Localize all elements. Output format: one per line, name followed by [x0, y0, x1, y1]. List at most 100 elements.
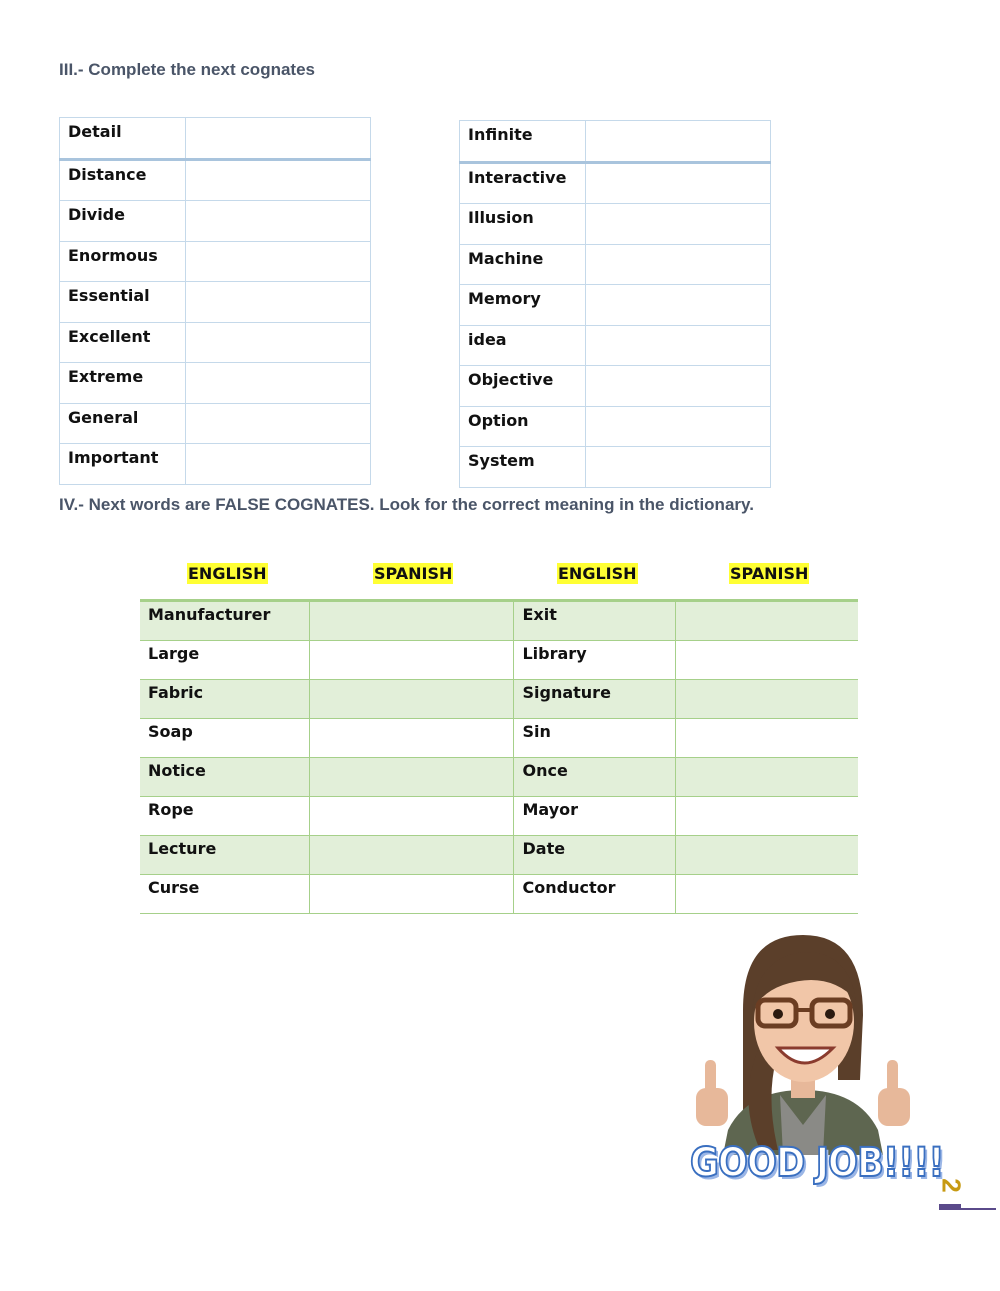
answer-cell[interactable]: [185, 443, 371, 485]
good-job-text: GOOD JOB!!!!: [689, 1139, 945, 1187]
answer-cell[interactable]: [185, 321, 371, 363]
section-3-heading: III.- Complete the next cognates: [59, 60, 315, 79]
english-word: Library: [513, 640, 676, 680]
cognates-table-left: Detail Distance Divide Enormous Essentia…: [59, 117, 371, 485]
spanish-answer-cell[interactable]: [675, 796, 858, 836]
cognate-word: Excellent: [59, 321, 186, 363]
table-row: Illusion: [459, 203, 771, 245]
cognate-word: System: [459, 446, 586, 488]
spanish-answer-cell[interactable]: [675, 835, 858, 875]
table-row: System: [459, 446, 771, 488]
answer-cell[interactable]: [185, 240, 371, 282]
table-row: Enormous: [59, 240, 371, 282]
section-4-heading: IV.- Next words are FALSE COGNATES. Look…: [59, 495, 754, 514]
false-cognates-table: Manufacturer Exit Large Library Fabric Sign…: [140, 599, 858, 914]
cognate-word: Objective: [459, 365, 586, 407]
spanish-answer-cell[interactable]: [675, 600, 858, 641]
cognate-word: Option: [459, 405, 586, 447]
spanish-answer-cell[interactable]: [308, 796, 514, 836]
table-row: Excellent: [59, 321, 371, 363]
spanish-answer-cell[interactable]: [675, 757, 858, 797]
answer-cell[interactable]: [185, 402, 371, 444]
table-row: Curse Conductor: [140, 874, 858, 914]
answer-cell[interactable]: [585, 446, 771, 488]
answer-cell[interactable]: [585, 243, 771, 285]
english-word: Large: [140, 640, 310, 680]
table-row: General: [59, 402, 371, 444]
cognate-word: Important: [59, 443, 186, 485]
english-word: Fabric: [140, 679, 310, 719]
page-number-rule: [939, 1208, 996, 1210]
cognate-word: Divide: [59, 200, 186, 242]
table-row: Important: [59, 443, 371, 485]
table-row: Extreme: [59, 362, 371, 404]
answer-cell[interactable]: [185, 158, 371, 201]
english-word: Once: [513, 757, 676, 797]
answer-cell[interactable]: [585, 161, 771, 204]
answer-cell[interactable]: [585, 324, 771, 366]
spanish-answer-cell[interactable]: [308, 640, 514, 680]
spanish-answer-cell[interactable]: [308, 874, 514, 914]
table-row: Notice Once: [140, 757, 858, 797]
cognate-word: Detail: [59, 117, 186, 161]
cognate-word: Infinite: [459, 120, 586, 164]
spanish-answer-cell[interactable]: [308, 679, 514, 719]
page-number: 2: [936, 1178, 967, 1193]
table-row: Distance: [59, 158, 371, 201]
left-thumb: [696, 1060, 728, 1126]
cognate-word: General: [59, 402, 186, 444]
cognate-word: Essential: [59, 281, 186, 323]
header-spanish-2: SPANISH: [729, 563, 810, 584]
table-row: Soap Sin: [140, 718, 858, 758]
spanish-answer-cell[interactable]: [308, 718, 514, 758]
table-row: Infinite: [459, 120, 771, 164]
english-word: Lecture: [140, 835, 310, 875]
answer-cell[interactable]: [585, 203, 771, 245]
cognate-word: Extreme: [59, 362, 186, 404]
spanish-answer-cell[interactable]: [675, 718, 858, 758]
table-row: Machine: [459, 243, 771, 285]
answer-cell[interactable]: [585, 405, 771, 447]
table-row: Memory: [459, 284, 771, 326]
spanish-answer-cell[interactable]: [675, 679, 858, 719]
header-spanish-1: SPANISH: [373, 563, 454, 584]
english-word: Rope: [140, 796, 310, 836]
spanish-answer-cell[interactable]: [308, 757, 514, 797]
table-row: Interactive: [459, 161, 771, 204]
english-word: Exit: [513, 600, 676, 641]
header-english-1: ENGLISH: [187, 563, 268, 584]
answer-cell[interactable]: [585, 120, 771, 164]
table-row: idea: [459, 324, 771, 366]
cognate-word: Memory: [459, 284, 586, 326]
false-cognates-headers: ENGLISH SPANISH ENGLISH SPANISH: [140, 563, 858, 589]
english-word: Soap: [140, 718, 310, 758]
english-word: Curse: [140, 874, 310, 914]
english-word: Sin: [513, 718, 676, 758]
english-word: Signature: [513, 679, 676, 719]
cognate-word: Enormous: [59, 240, 186, 282]
cognate-word: idea: [459, 324, 586, 366]
spanish-answer-cell[interactable]: [675, 874, 858, 914]
spanish-answer-cell[interactable]: [675, 640, 858, 680]
english-word: Mayor: [513, 796, 676, 836]
cognate-word: Machine: [459, 243, 586, 285]
answer-cell[interactable]: [185, 362, 371, 404]
english-word: Date: [513, 835, 676, 875]
answer-cell[interactable]: [185, 117, 371, 161]
table-row: Large Library: [140, 640, 858, 680]
answer-cell[interactable]: [185, 200, 371, 242]
table-row: Detail: [59, 117, 371, 161]
answer-cell[interactable]: [585, 365, 771, 407]
answer-cell[interactable]: [585, 284, 771, 326]
cognate-word: Interactive: [459, 161, 586, 204]
table-row: Manufacturer Exit: [140, 600, 858, 641]
table-row: Objective: [459, 365, 771, 407]
spanish-answer-cell[interactable]: [308, 600, 514, 641]
cognate-word: Illusion: [459, 203, 586, 245]
spanish-answer-cell[interactable]: [308, 835, 514, 875]
table-row: Divide: [59, 200, 371, 242]
table-row: Option: [459, 405, 771, 447]
cognates-table-right: Infinite Interactive Illusion Machine Me…: [459, 120, 771, 488]
cognate-word: Distance: [59, 158, 186, 201]
answer-cell[interactable]: [185, 281, 371, 323]
